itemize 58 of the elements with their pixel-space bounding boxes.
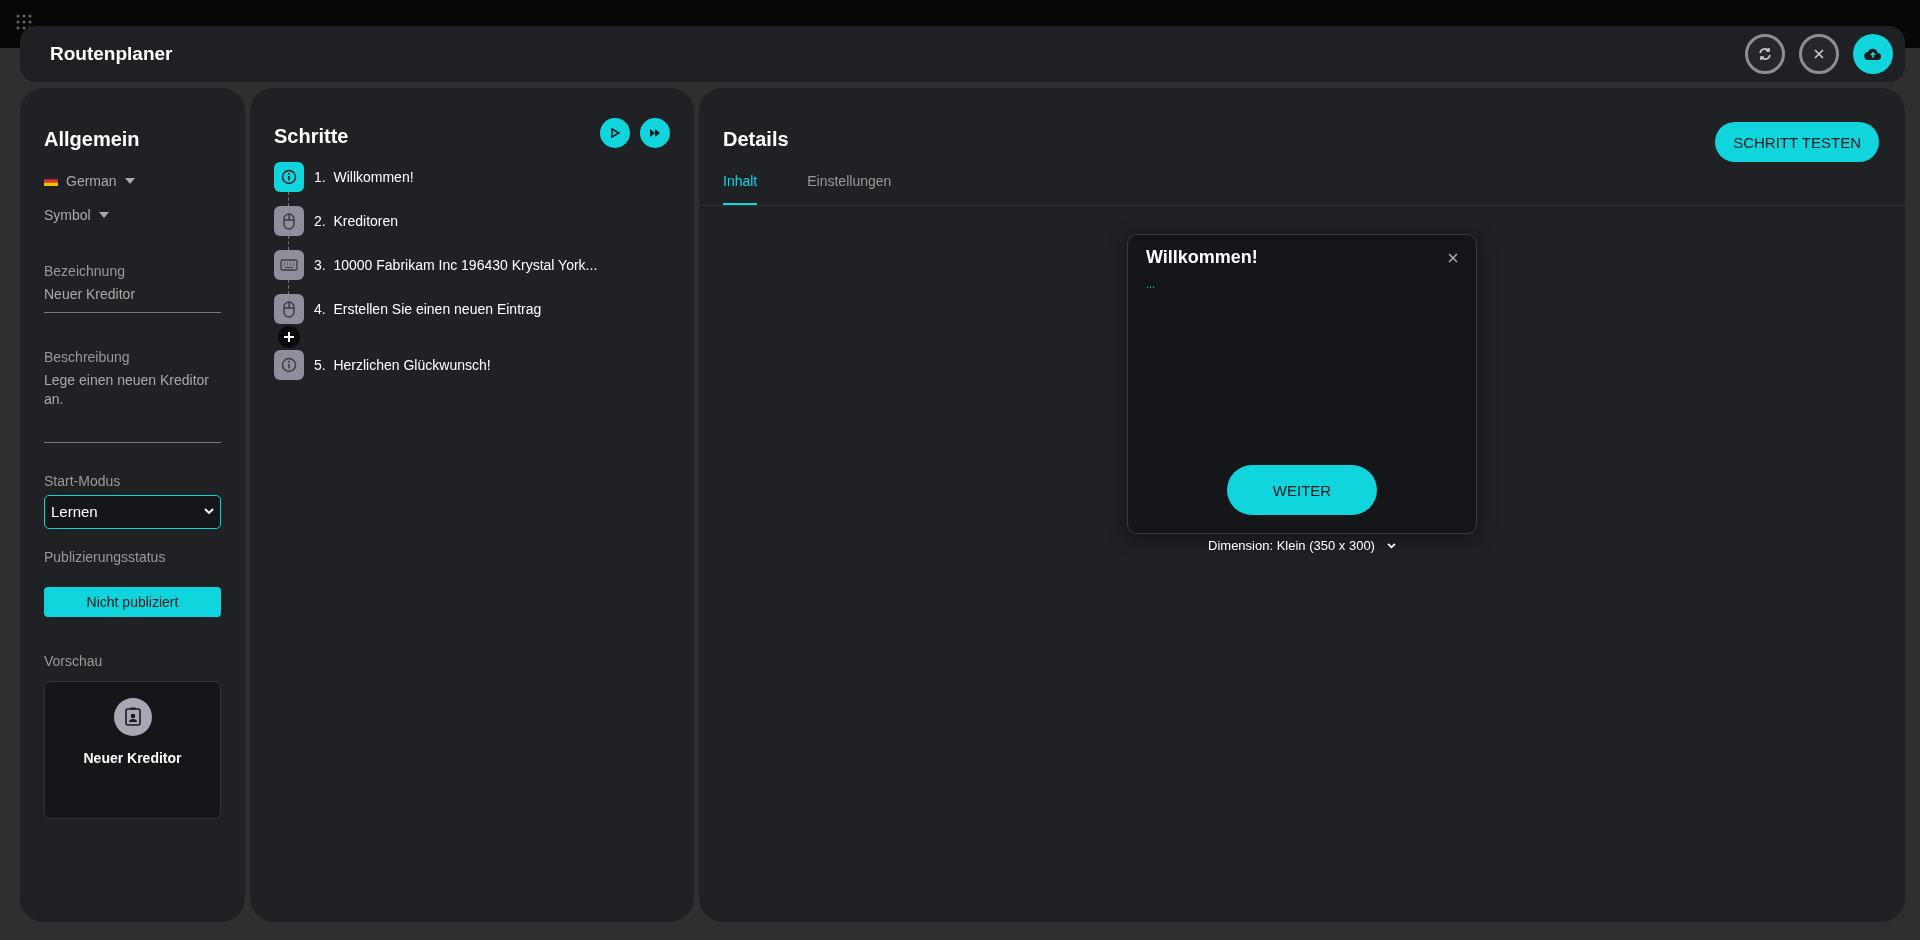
app-launcher-icon[interactable] (16, 14, 32, 30)
field-label: Bezeichnung (44, 263, 125, 279)
step-icon[interactable] (274, 250, 304, 280)
plus-icon (283, 331, 295, 343)
tab[interactable]: Einstellungen (807, 173, 892, 205)
step-icon[interactable] (274, 162, 304, 192)
preview-title: Neuer Kreditor (83, 749, 182, 766)
close-icon (1812, 47, 1826, 61)
close-icon[interactable] (1448, 252, 1458, 263)
tab[interactable]: Inhalt (723, 173, 758, 205)
flag-icon (44, 176, 58, 186)
panel-title: Schritte (274, 124, 349, 148)
test-step-button[interactable]: SCHRITT TESTEN (1715, 122, 1879, 162)
panel-title: Details (723, 128, 790, 151)
step-label[interactable]: 5. Herzlichen Glückwunsch! (314, 357, 491, 373)
close-button[interactable] (1799, 34, 1839, 74)
play-icon (610, 128, 620, 138)
dialog-title: Willkommen! (1146, 247, 1258, 268)
chevron-icon (1386, 542, 1396, 549)
info-icon (281, 169, 297, 185)
panel-title: Allgemein (44, 128, 140, 151)
caret-icon (98, 212, 109, 218)
step-label[interactable]: 2. Kreditoren (314, 213, 399, 229)
field-label: Start-Modus (44, 472, 121, 489)
add-step-button[interactable] (278, 326, 300, 348)
field-label: Beschreibung (44, 348, 130, 365)
cloud-upload-icon (1864, 47, 1882, 61)
description-field[interactable]: Lege einen neuen Kreditor an. (44, 364, 221, 443)
fast-forward-icon (649, 128, 661, 138)
step-icon[interactable] (274, 206, 304, 236)
chevron-icon (204, 508, 214, 516)
keyboard-icon (280, 259, 298, 271)
field-label: Publizierungsstatus (44, 548, 166, 565)
refresh-button[interactable] (1745, 34, 1785, 74)
mouse-icon (283, 212, 295, 230)
fast-forward-button[interactable] (640, 118, 670, 148)
id-badge-icon (113, 697, 152, 736)
step-label[interactable]: 3. 10000 Fabrikam Inc 196430 Krystal York... (314, 257, 598, 273)
dimension-dropdown[interactable]: Dimension: Klein (350 x 300) (1208, 538, 1375, 553)
start-mode-select[interactable]: Lernen (44, 494, 221, 529)
step-icon[interactable] (274, 294, 304, 324)
next-button[interactable]: WEITER (1227, 465, 1377, 515)
mouse-icon (283, 300, 295, 318)
window-title: Routenplaner (50, 43, 173, 65)
step-label[interactable]: 1. Willkommen! (314, 169, 414, 185)
step-label[interactable]: 4. Erstellen Sie einen neuen Eintrag (314, 301, 542, 317)
upload-button[interactable] (1853, 34, 1893, 74)
field-label: Vorschau (44, 652, 103, 669)
dialog-body-text: ... (1146, 278, 1157, 290)
info-icon (281, 357, 297, 373)
name-field[interactable]: Neuer Kreditor (44, 279, 221, 313)
refresh-icon (1757, 46, 1773, 62)
publish-status-button[interactable]: Nicht publiziert (44, 586, 221, 617)
step-icon[interactable] (274, 350, 304, 380)
caret-icon (124, 178, 135, 184)
language-dropdown[interactable]: German (66, 173, 117, 189)
symbol-dropdown[interactable]: Symbol (44, 207, 91, 223)
play-button[interactable] (600, 118, 630, 148)
